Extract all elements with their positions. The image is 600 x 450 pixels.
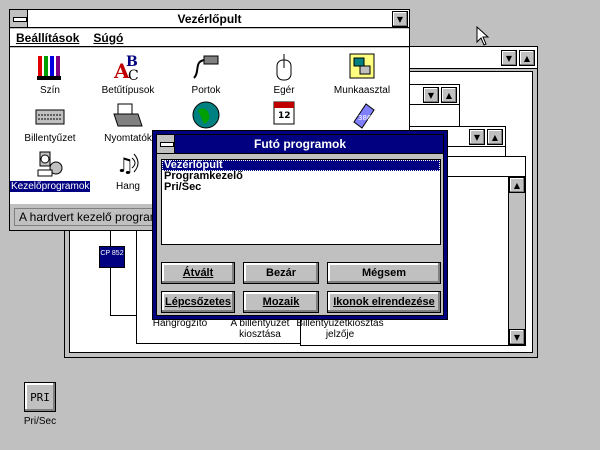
- scroll-up-arrow-icon[interactable]: ▲: [509, 177, 525, 193]
- mouse-icon: [268, 52, 300, 82]
- svg-text:C: C: [128, 68, 139, 82]
- control-panel-system-menu-icon[interactable]: [10, 10, 28, 27]
- icon-betutipusok[interactable]: ABC Betűtípusok: [88, 52, 168, 96]
- prisec-desktop-label[interactable]: Pri/Sec: [14, 416, 66, 427]
- svg-text:♫: ♫: [116, 153, 134, 177]
- calendar-clock-icon: 12: [268, 100, 300, 130]
- svg-text:386: 386: [358, 114, 372, 122]
- keyboard-icon: [34, 100, 66, 130]
- icon-kezeloprogramok[interactable]: Kezelőprogramok: [10, 148, 91, 192]
- task-list-dialog: Futó programok Vezérlőpult Programkezelő…: [152, 130, 448, 320]
- keyboard-indicator-label[interactable]: Billentyűzetkiosztás jelzője: [294, 318, 386, 340]
- port-cable-icon: [190, 52, 222, 82]
- crayons-icon: [34, 52, 66, 82]
- group-back-maximize-button[interactable]: ▲: [441, 87, 457, 103]
- mouse-cursor-icon: [476, 25, 490, 49]
- icon-eger[interactable]: Egér: [244, 52, 324, 96]
- icon-szin[interactable]: Szín: [10, 52, 90, 96]
- icon-nemzetkozi[interactable]: [166, 100, 246, 133]
- pm-maximize-button[interactable]: ▲: [519, 50, 535, 66]
- task-item-prisec[interactable]: Pri/Sec: [162, 182, 440, 193]
- icon-portok[interactable]: Portok: [166, 52, 246, 96]
- menu-beallitasok[interactable]: Beállítások: [16, 31, 79, 45]
- task-item-programkezelo[interactable]: Programkezelő: [162, 171, 440, 182]
- icon-386-bovitett[interactable]: 386: [322, 100, 402, 133]
- task-list-title: Futó programok: [254, 137, 346, 151]
- control-panel-minimize-button[interactable]: ▼: [392, 11, 408, 27]
- chip-386-icon: 386: [346, 100, 378, 130]
- icon-munkaasztal[interactable]: Munkaasztal: [322, 52, 402, 96]
- svg-text:12: 12: [278, 111, 291, 121]
- group-back-minimize-button[interactable]: ▼: [423, 87, 439, 103]
- control-panel-menubar: Beállítások Súgó: [10, 29, 409, 47]
- scroll-down-arrow-icon[interactable]: ▼: [509, 329, 525, 345]
- icon-datum-ido[interactable]: 12: [244, 100, 324, 133]
- task-list-inner: Futó programok Vezérlőpult Programkezelő…: [156, 134, 444, 316]
- globe-icon: [190, 100, 222, 130]
- keyboard-layout-label[interactable]: A billentyűzet kiosztása: [226, 318, 294, 340]
- task-list-system-menu-icon[interactable]: [157, 135, 175, 153]
- printer-icon: [112, 100, 144, 130]
- icon-billentyuzet[interactable]: Billentyűzet: [10, 100, 90, 144]
- prisec-desktop-icon[interactable]: PRI: [24, 382, 56, 412]
- group-front-minimize-button[interactable]: ▼: [469, 129, 485, 145]
- group-front-maximize-button[interactable]: ▲: [487, 129, 503, 145]
- close-button[interactable]: Bezár: [243, 262, 319, 284]
- control-panel-title: Vezérlőpult: [177, 11, 242, 26]
- group-right-scrollbar[interactable]: ▲ ▼: [508, 177, 525, 345]
- cascade-button[interactable]: Lépcsőzetes: [161, 291, 235, 313]
- pm-minimize-button[interactable]: ▼: [501, 50, 517, 66]
- menu-sugo[interactable]: Súgó: [93, 31, 123, 45]
- desktop-icon: [346, 52, 378, 82]
- cancel-button[interactable]: Mégsem: [327, 262, 441, 284]
- task-list-titlebar[interactable]: Futó programok: [157, 135, 443, 154]
- fonts-icon: ABC: [112, 52, 144, 84]
- tile-button[interactable]: Mozaik: [243, 291, 319, 313]
- drivers-icon: [34, 148, 66, 178]
- switch-button[interactable]: Átvált: [161, 262, 235, 284]
- task-list-listbox[interactable]: Vezérlőpult Programkezelő Pri/Sec: [161, 159, 441, 245]
- control-panel-titlebar[interactable]: Vezérlőpult: [10, 10, 409, 28]
- cp852-icon[interactable]: CP 852: [99, 246, 125, 268]
- sound-icon: ♫: [112, 148, 144, 178]
- arrange-icons-button[interactable]: Ikonok elrendezése: [327, 291, 441, 313]
